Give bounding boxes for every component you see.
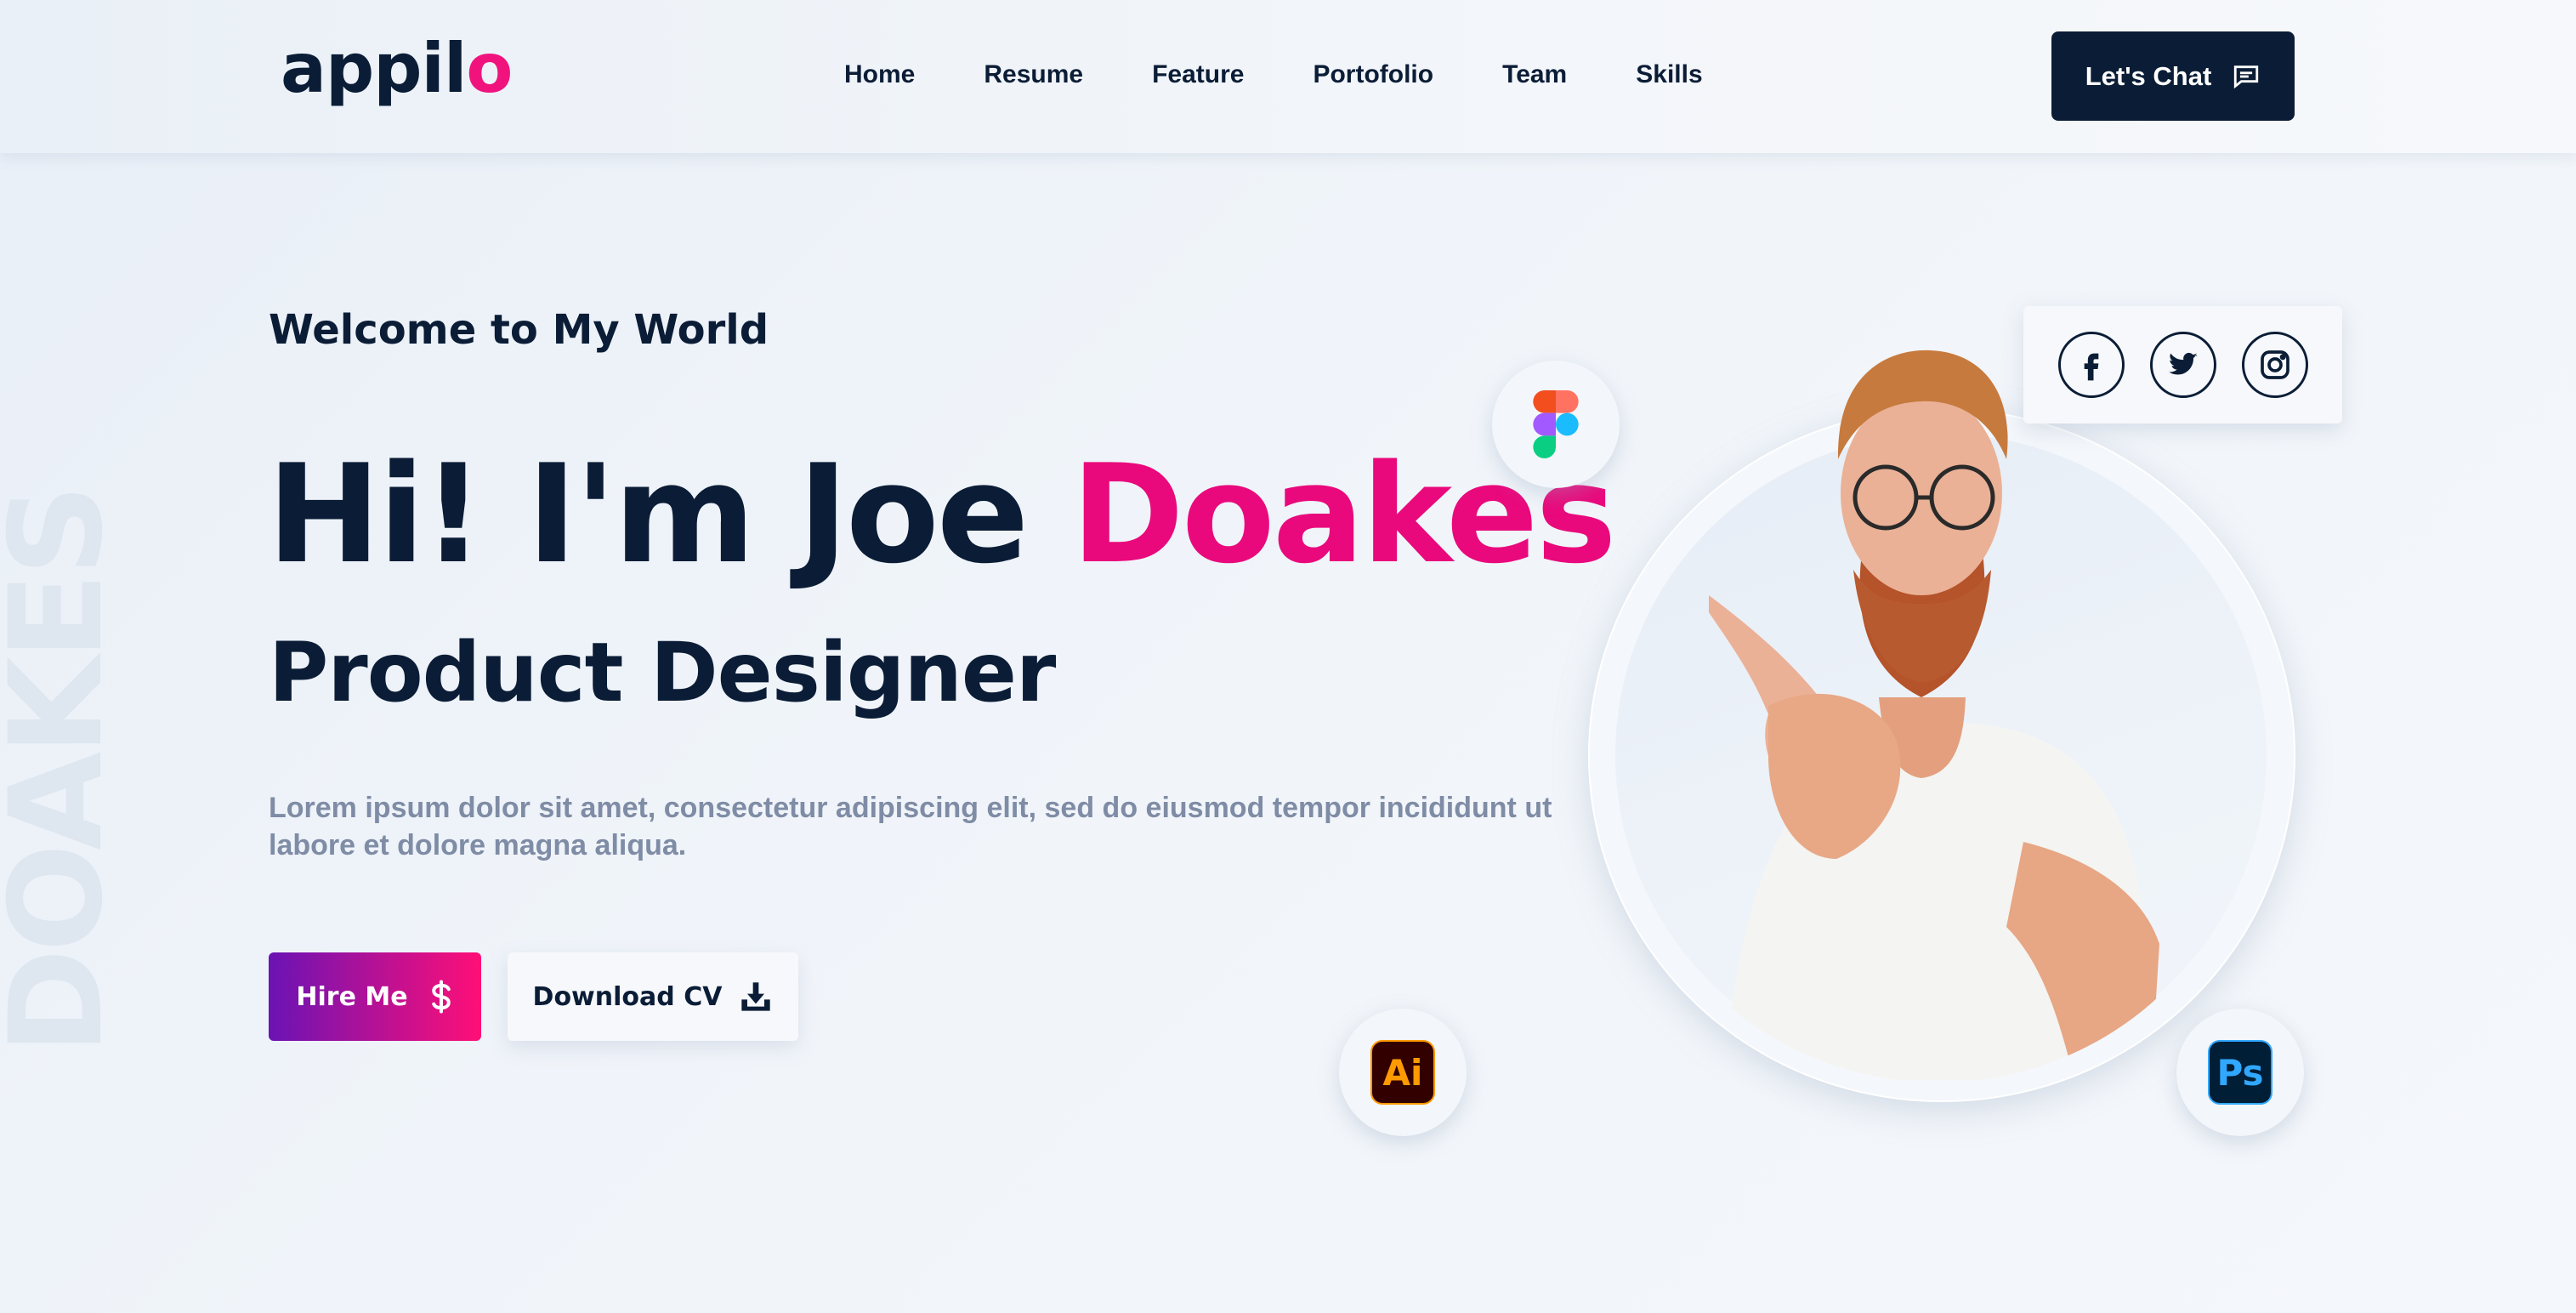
main-nav: Home Resume Feature Portofolio Team Skil… [844,58,1703,92]
nav-portofolio[interactable]: Portofolio [1313,58,1433,92]
twitter-link[interactable] [2149,332,2216,398]
nav-skills[interactable]: Skills [1636,58,1702,92]
hero-heading: Hi! I'm Joe Doakes [267,442,1617,587]
download-cv-label: Download CV [532,981,723,1012]
download-cv-button[interactable]: Download CV [508,952,798,1041]
hire-me-label: Hire Me [296,981,408,1012]
twitter-icon [2168,352,2198,375]
nav-team[interactable]: Team [1502,58,1567,92]
hero-description: Lorem ipsum dolor sit amet, consectetur … [269,792,1552,861]
figma-icon [1533,390,1579,458]
hire-me-button[interactable]: Hire Me [269,952,481,1041]
site-header: appilo Home Resume Feature Portofolio Te… [0,0,2576,153]
hero-greeting: Hi! I'm Joe [267,435,1072,594]
social-links-card [2023,306,2342,423]
logo[interactable]: appilo [281,29,513,108]
logo-accent: o [466,29,513,108]
illustrator-icon: Ai [1370,1040,1435,1105]
figma-badge [1492,361,1620,488]
lets-chat-button[interactable]: Let's Chat [2051,31,2295,121]
nav-resume[interactable]: Resume [984,58,1083,92]
dollar-icon [431,980,451,1014]
role-title: Product Designer [269,625,1056,720]
download-icon [741,982,771,1011]
nav-home[interactable]: Home [844,58,915,92]
welcome-text: Welcome to My World [269,306,769,354]
logo-text: appil [281,29,467,108]
photoshop-badge: Ps [2176,1009,2304,1136]
lets-chat-label: Let's Chat [2085,60,2212,91]
facebook-icon [2084,353,2098,381]
facebook-link[interactable] [2057,332,2125,398]
nav-feature[interactable]: Feature [1152,58,1244,92]
instagram-icon [2260,350,2289,379]
illustrator-badge: Ai [1339,1009,1467,1136]
chat-bubble-icon [2234,65,2259,88]
photoshop-icon: Ps [2208,1040,2272,1105]
instagram-link[interactable] [2241,332,2308,398]
